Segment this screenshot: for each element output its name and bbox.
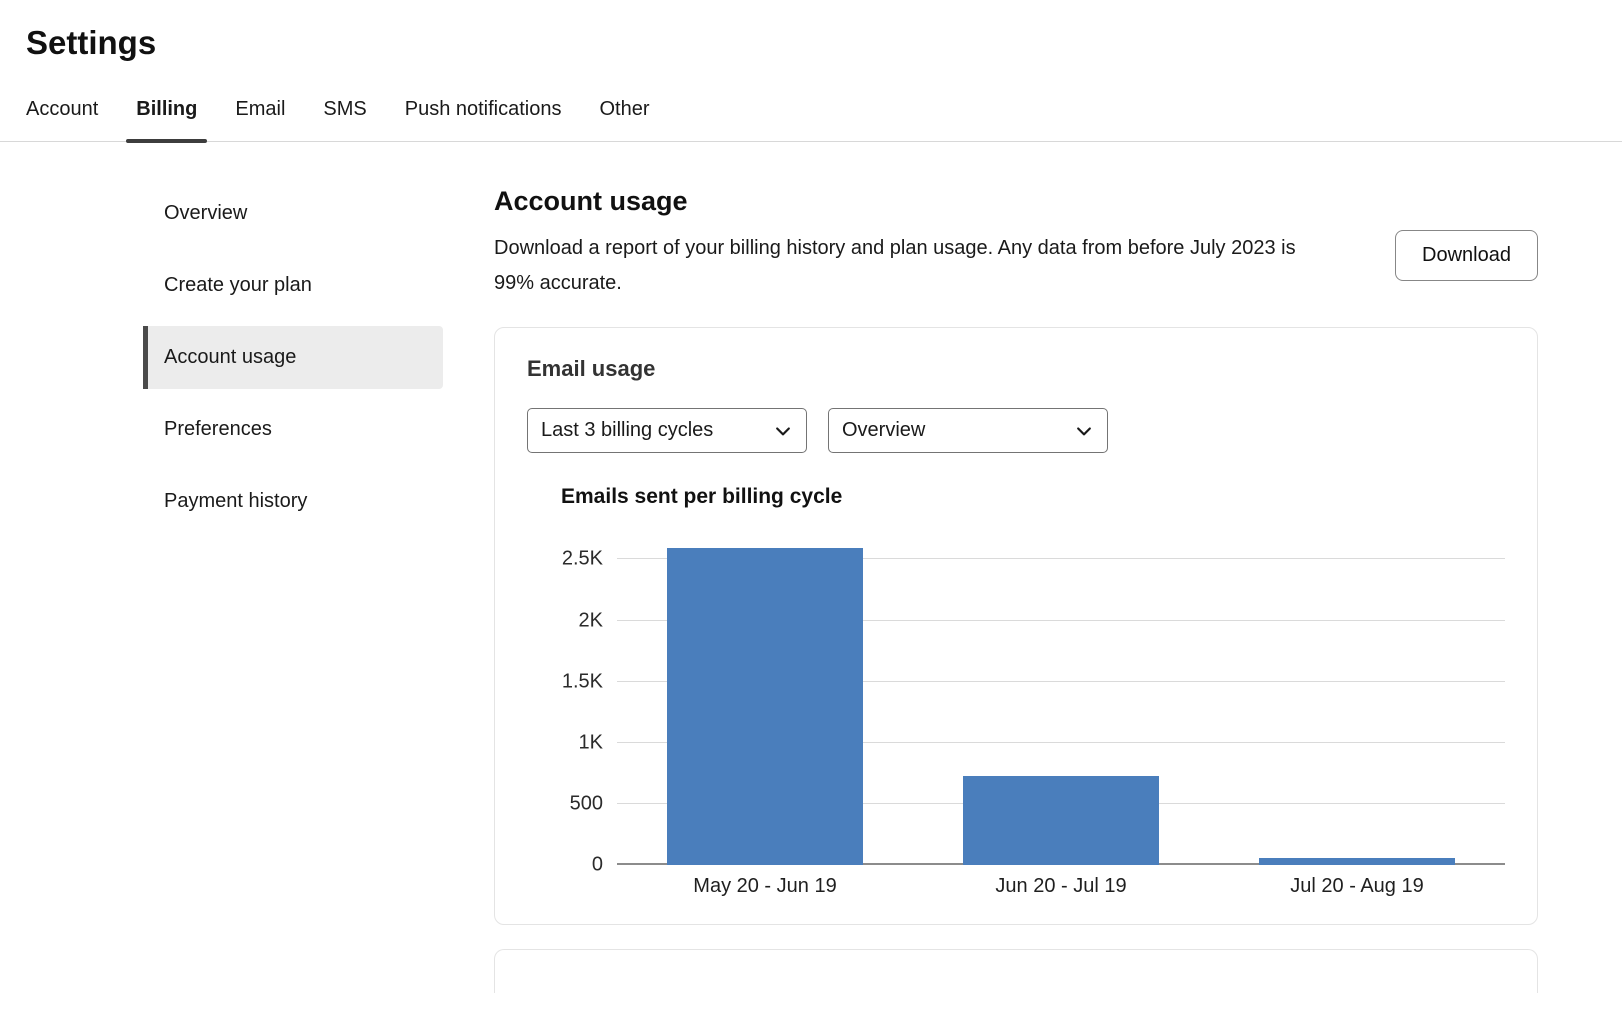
view-mode-select-value: Overview [842, 419, 925, 442]
section-description: Download a report of your billing histor… [494, 231, 1339, 301]
tab-billing[interactable]: Billing [126, 92, 207, 141]
download-button[interactable]: Download [1395, 230, 1538, 281]
bar-slot [617, 535, 913, 865]
billing-sidebar: Overview Create your plan Account usage … [143, 182, 443, 993]
bar-slot [1209, 535, 1505, 865]
chevron-down-icon [773, 421, 793, 441]
x-axis-label: Jun 20 - Jul 19 [913, 875, 1209, 898]
section-title: Account usage [494, 186, 1538, 217]
chevron-down-icon [1074, 421, 1094, 441]
sidebar-item-account-usage[interactable]: Account usage [143, 326, 443, 389]
bar-slot [913, 535, 1209, 865]
emails-sent-chart: Emails sent per billing cycle 0 500 1K 1.5K… [561, 485, 1505, 898]
x-axis-label: Jul 20 - Aug 19 [1209, 875, 1505, 898]
chart-body: 05001K1.5K2K2.5K [561, 535, 1505, 865]
page-title: Settings [26, 24, 1622, 62]
view-mode-select[interactable]: Overview [828, 408, 1108, 453]
billing-cycles-select-value: Last 3 billing cycles [541, 419, 713, 442]
email-usage-title: Email usage [527, 356, 1505, 382]
tab-sms[interactable]: SMS [313, 92, 376, 141]
next-card-partial [494, 949, 1538, 993]
chart-plot [617, 535, 1505, 865]
chart-bar [1259, 858, 1454, 865]
y-tick-label: 2.5K [562, 548, 603, 571]
y-tick-label: 1.5K [562, 670, 603, 693]
tab-email[interactable]: Email [225, 92, 295, 141]
email-usage-card: Email usage Last 3 billing cycles Overvi… [494, 327, 1538, 925]
chart-title: Emails sent per billing cycle [561, 485, 1505, 509]
chart-bar [667, 548, 862, 865]
chart-bars [617, 535, 1505, 865]
tab-account[interactable]: Account [16, 92, 108, 141]
x-axis-label: May 20 - Jun 19 [617, 875, 913, 898]
billing-cycles-select[interactable]: Last 3 billing cycles [527, 408, 807, 453]
sidebar-item-overview[interactable]: Overview [143, 182, 443, 245]
y-tick-label: 2K [579, 609, 603, 632]
tab-other[interactable]: Other [590, 92, 660, 141]
sidebar-item-payment-history[interactable]: Payment history [143, 470, 443, 533]
chart-bar [963, 776, 1158, 865]
sidebar-item-preferences[interactable]: Preferences [143, 398, 443, 461]
email-usage-filters: Last 3 billing cycles Overview [527, 408, 1505, 453]
y-tick-label: 0 [592, 854, 603, 877]
chart-x-labels: May 20 - Jun 19Jun 20 - Jul 19Jul 20 - A… [617, 875, 1505, 898]
billing-content: Overview Create your plan Account usage … [0, 182, 1622, 993]
y-tick-label: 500 [570, 792, 603, 815]
tab-push-notifications[interactable]: Push notifications [395, 92, 572, 141]
account-usage-panel: Account usage Download a report of your … [494, 182, 1538, 993]
y-tick-label: 1K [579, 731, 603, 754]
settings-tab-bar: Account Billing Email SMS Push notificat… [0, 92, 1622, 142]
chart-y-axis: 05001K1.5K2K2.5K [561, 535, 617, 865]
sidebar-item-create-your-plan[interactable]: Create your plan [143, 254, 443, 317]
